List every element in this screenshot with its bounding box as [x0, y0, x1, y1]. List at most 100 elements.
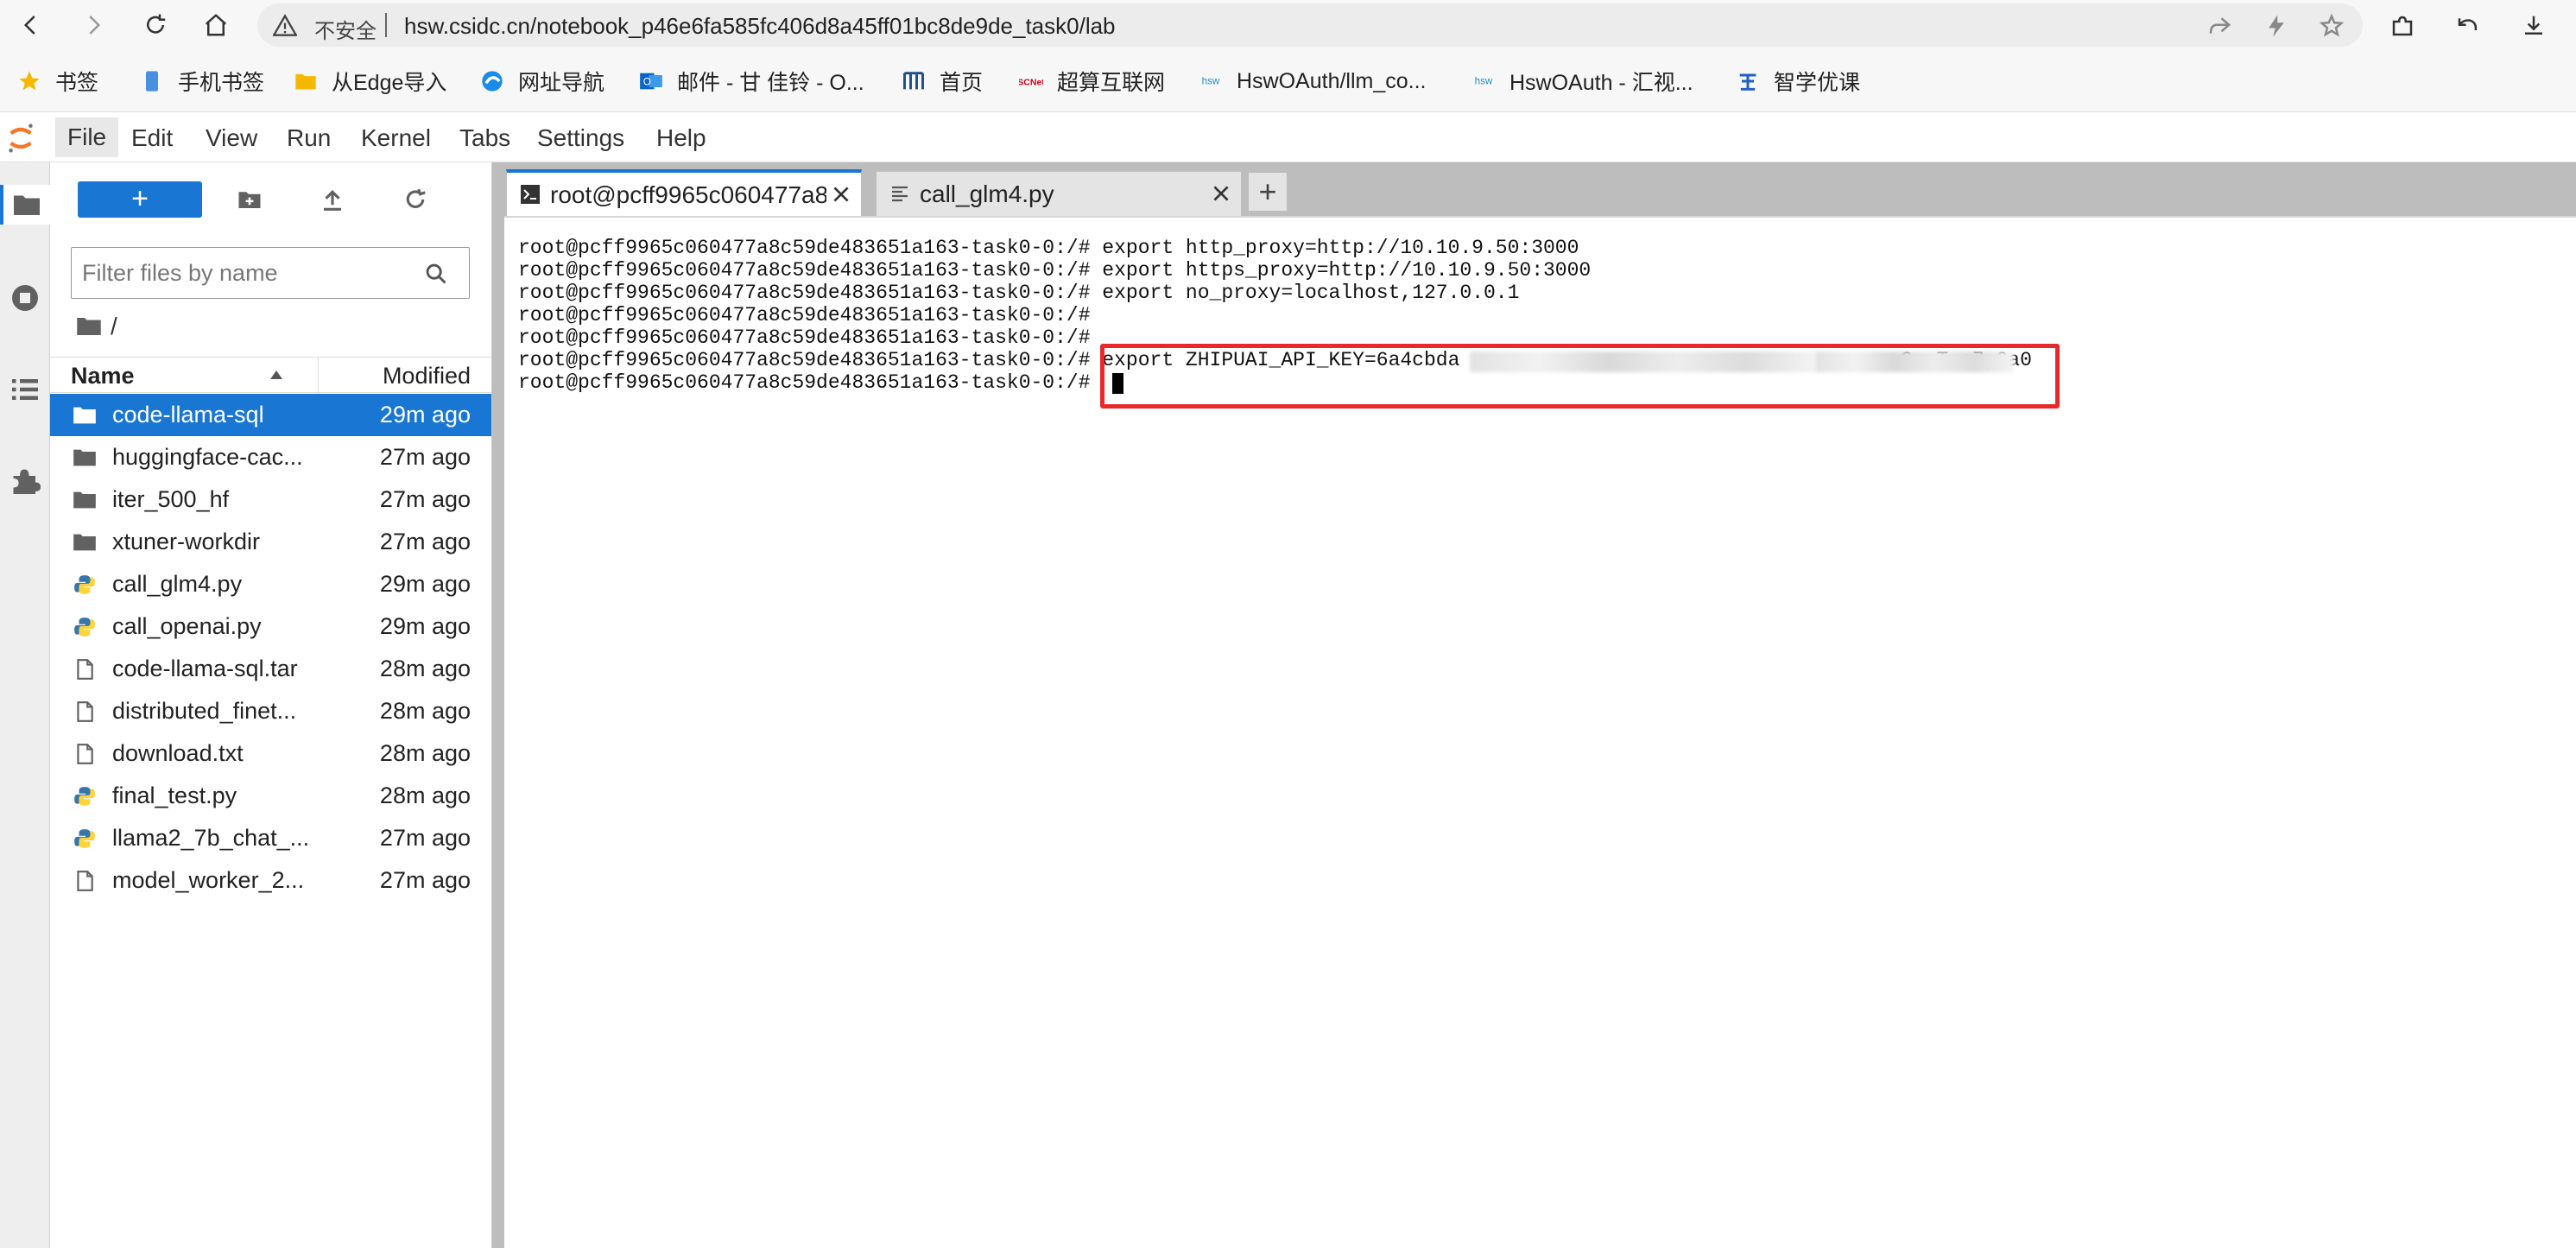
python-file-icon: [74, 618, 95, 637]
highlight-box: [1100, 344, 2060, 409]
new-folder-button[interactable]: [231, 181, 268, 218]
file-modified: 27m ago: [379, 867, 471, 893]
filter-files-input[interactable]: [82, 258, 419, 288]
file-modified: 28m ago: [379, 698, 471, 724]
file-row[interactable]: code-llama-sql.tar 28m ago: [50, 648, 491, 690]
file-modified: 27m ago: [379, 825, 471, 851]
file-row[interactable]: huggingface-cac... 27m ago: [50, 436, 491, 478]
close-icon[interactable]: [1210, 182, 1232, 205]
back-arrow-icon: [23, 16, 35, 35]
panel-splitter[interactable]: [492, 162, 504, 1248]
column-header-name[interactable]: Name: [71, 358, 135, 394]
file-modified: 29m ago: [379, 402, 471, 428]
file-name: code-llama-sql.tar: [112, 656, 298, 681]
file-row[interactable]: final_test.py 28m ago: [50, 775, 491, 817]
file-browser-tab[interactable]: [0, 185, 50, 225]
column-divider[interactable]: [318, 358, 319, 394]
breadcrumb-path[interactable]: /: [111, 313, 117, 340]
bookmark-item[interactable]: 手机书签: [140, 67, 264, 95]
undo-icon: [2458, 18, 2478, 31]
forward-button[interactable]: [73, 5, 114, 45]
breadcrumb[interactable]: /: [76, 311, 117, 342]
tab-terminal[interactable]: root@pcff9965c060477a8c: [506, 169, 862, 216]
bookmark-item[interactable]: 从Edge导入: [294, 67, 446, 95]
jupyter-menu-bar: File Edit View Run Kernel Tabs Settings …: [0, 112, 2576, 162]
home-button[interactable]: [195, 5, 237, 45]
bookmark-item[interactable]: O 邮件 - 甘 佳铃 - O...: [639, 67, 864, 95]
bookmark-item[interactable]: 首页: [902, 67, 983, 95]
flash-button[interactable]: [2259, 9, 2294, 43]
address-bar[interactable]: 不安全 hsw.csidc.cn/notebook_p46e6fa585fc40…: [257, 3, 2363, 47]
file-row[interactable]: model_worker_2... 27m ago: [50, 859, 491, 902]
insecure-label[interactable]: 不安全: [314, 14, 377, 44]
file-row[interactable]: distributed_finet... 28m ago: [50, 690, 491, 732]
favorite-button[interactable]: [2314, 9, 2349, 43]
bookmark-item[interactable]: 书签: [17, 67, 98, 95]
folder-icon: [73, 407, 96, 424]
bookmark-item[interactable]: 网址导航: [480, 67, 604, 95]
menu-view[interactable]: View: [206, 124, 257, 152]
file-browser-panel: + / Name Modified code-llama-sql 29m ago h…: [50, 162, 492, 1248]
running-sessions-tab[interactable]: [5, 278, 45, 318]
menu-help[interactable]: Help: [656, 124, 706, 152]
file-name: model_worker_2...: [112, 867, 305, 893]
address-separator: [385, 13, 387, 37]
bookmark-item[interactable]: 智学优课: [1736, 67, 1860, 95]
back-button[interactable]: [10, 5, 52, 45]
menu-edit[interactable]: Edit: [131, 124, 173, 152]
puzzle-piece-icon: [13, 469, 41, 494]
bookmark-label: 手机书签: [178, 71, 265, 95]
file-row[interactable]: download.txt 28m ago: [50, 732, 491, 775]
lightning-icon: [2269, 15, 2284, 37]
file-list: code-llama-sql 29m ago huggingface-cac... 2…: [50, 394, 491, 902]
extensions-button[interactable]: [2385, 9, 2420, 43]
file-list-header: Name Modified: [50, 357, 491, 394]
list-icon: [12, 379, 38, 400]
left-activity-bar: [0, 162, 50, 1248]
table-of-contents-tab[interactable]: [5, 370, 45, 409]
menu-tabs[interactable]: Tabs: [459, 124, 510, 152]
menu-run[interactable]: Run: [287, 124, 331, 152]
file-name: huggingface-cac...: [112, 444, 303, 470]
tab-bar-border: [504, 216, 2576, 218]
upload-button[interactable]: [314, 181, 351, 218]
menu-settings[interactable]: Settings: [537, 124, 624, 152]
refresh-button[interactable]: [397, 181, 434, 218]
file-row[interactable]: call_openai.py 29m ago: [50, 605, 491, 648]
file-row[interactable]: code-llama-sql 29m ago: [50, 394, 491, 436]
reload-button[interactable]: [135, 5, 176, 45]
tab-call-glm4[interactable]: call_glm4.py: [876, 171, 1242, 216]
file-row[interactable]: call_glm4.py 29m ago: [50, 563, 491, 605]
sort-ascending-icon[interactable]: [269, 370, 283, 380]
file-icon: [77, 659, 93, 680]
file-name: call_openai.py: [112, 613, 262, 639]
new-launcher-button[interactable]: +: [78, 181, 202, 218]
bookmark-item[interactable]: hsw HswOAuth/llm_co...: [1199, 67, 1427, 95]
add-tab-button[interactable]: +: [1249, 173, 1287, 211]
terminal-view[interactable]: root@pcff9965c060477a8c59de483651a163-ta…: [504, 228, 2576, 1248]
hsw-icon: hsw: [1202, 76, 1220, 87]
extension-manager-tab[interactable]: [5, 461, 45, 501]
bookmark-item[interactable]: hsw HswOAuth - 汇视...: [1472, 67, 1693, 95]
url-text[interactable]: hsw.csidc.cn/notebook_p46e6fa585fc406d8a…: [404, 13, 1116, 40]
menu-file[interactable]: File: [55, 117, 119, 157]
column-header-modified[interactable]: Modified: [383, 358, 471, 394]
edge-icon: [482, 71, 503, 92]
bookmark-item[interactable]: SCNet 超算互联网: [1019, 67, 1165, 95]
text-file-icon: [892, 186, 908, 202]
jupyter-logo-icon: [9, 124, 33, 153]
file-row[interactable]: llama2_7b_chat_... 27m ago: [50, 817, 491, 859]
file-row[interactable]: xtuner-workdir 27m ago: [50, 521, 491, 563]
share-icon: [2209, 17, 2231, 34]
bookmark-label: 智学优课: [1774, 71, 1861, 95]
new-folder-icon: [238, 192, 261, 208]
share-button[interactable]: [2202, 9, 2237, 43]
file-row[interactable]: iter_500_hf 27m ago: [50, 478, 491, 521]
menu-kernel[interactable]: Kernel: [361, 124, 431, 152]
downloads-button[interactable]: [2516, 9, 2551, 43]
mobile-icon: [146, 71, 158, 92]
terminal-line: root@pcff9965c060477a8c59de483651a163-ta…: [518, 282, 1520, 304]
close-icon[interactable]: [830, 183, 852, 206]
zhixue-icon: [1739, 73, 1756, 91]
undo-button[interactable]: [2451, 9, 2485, 43]
